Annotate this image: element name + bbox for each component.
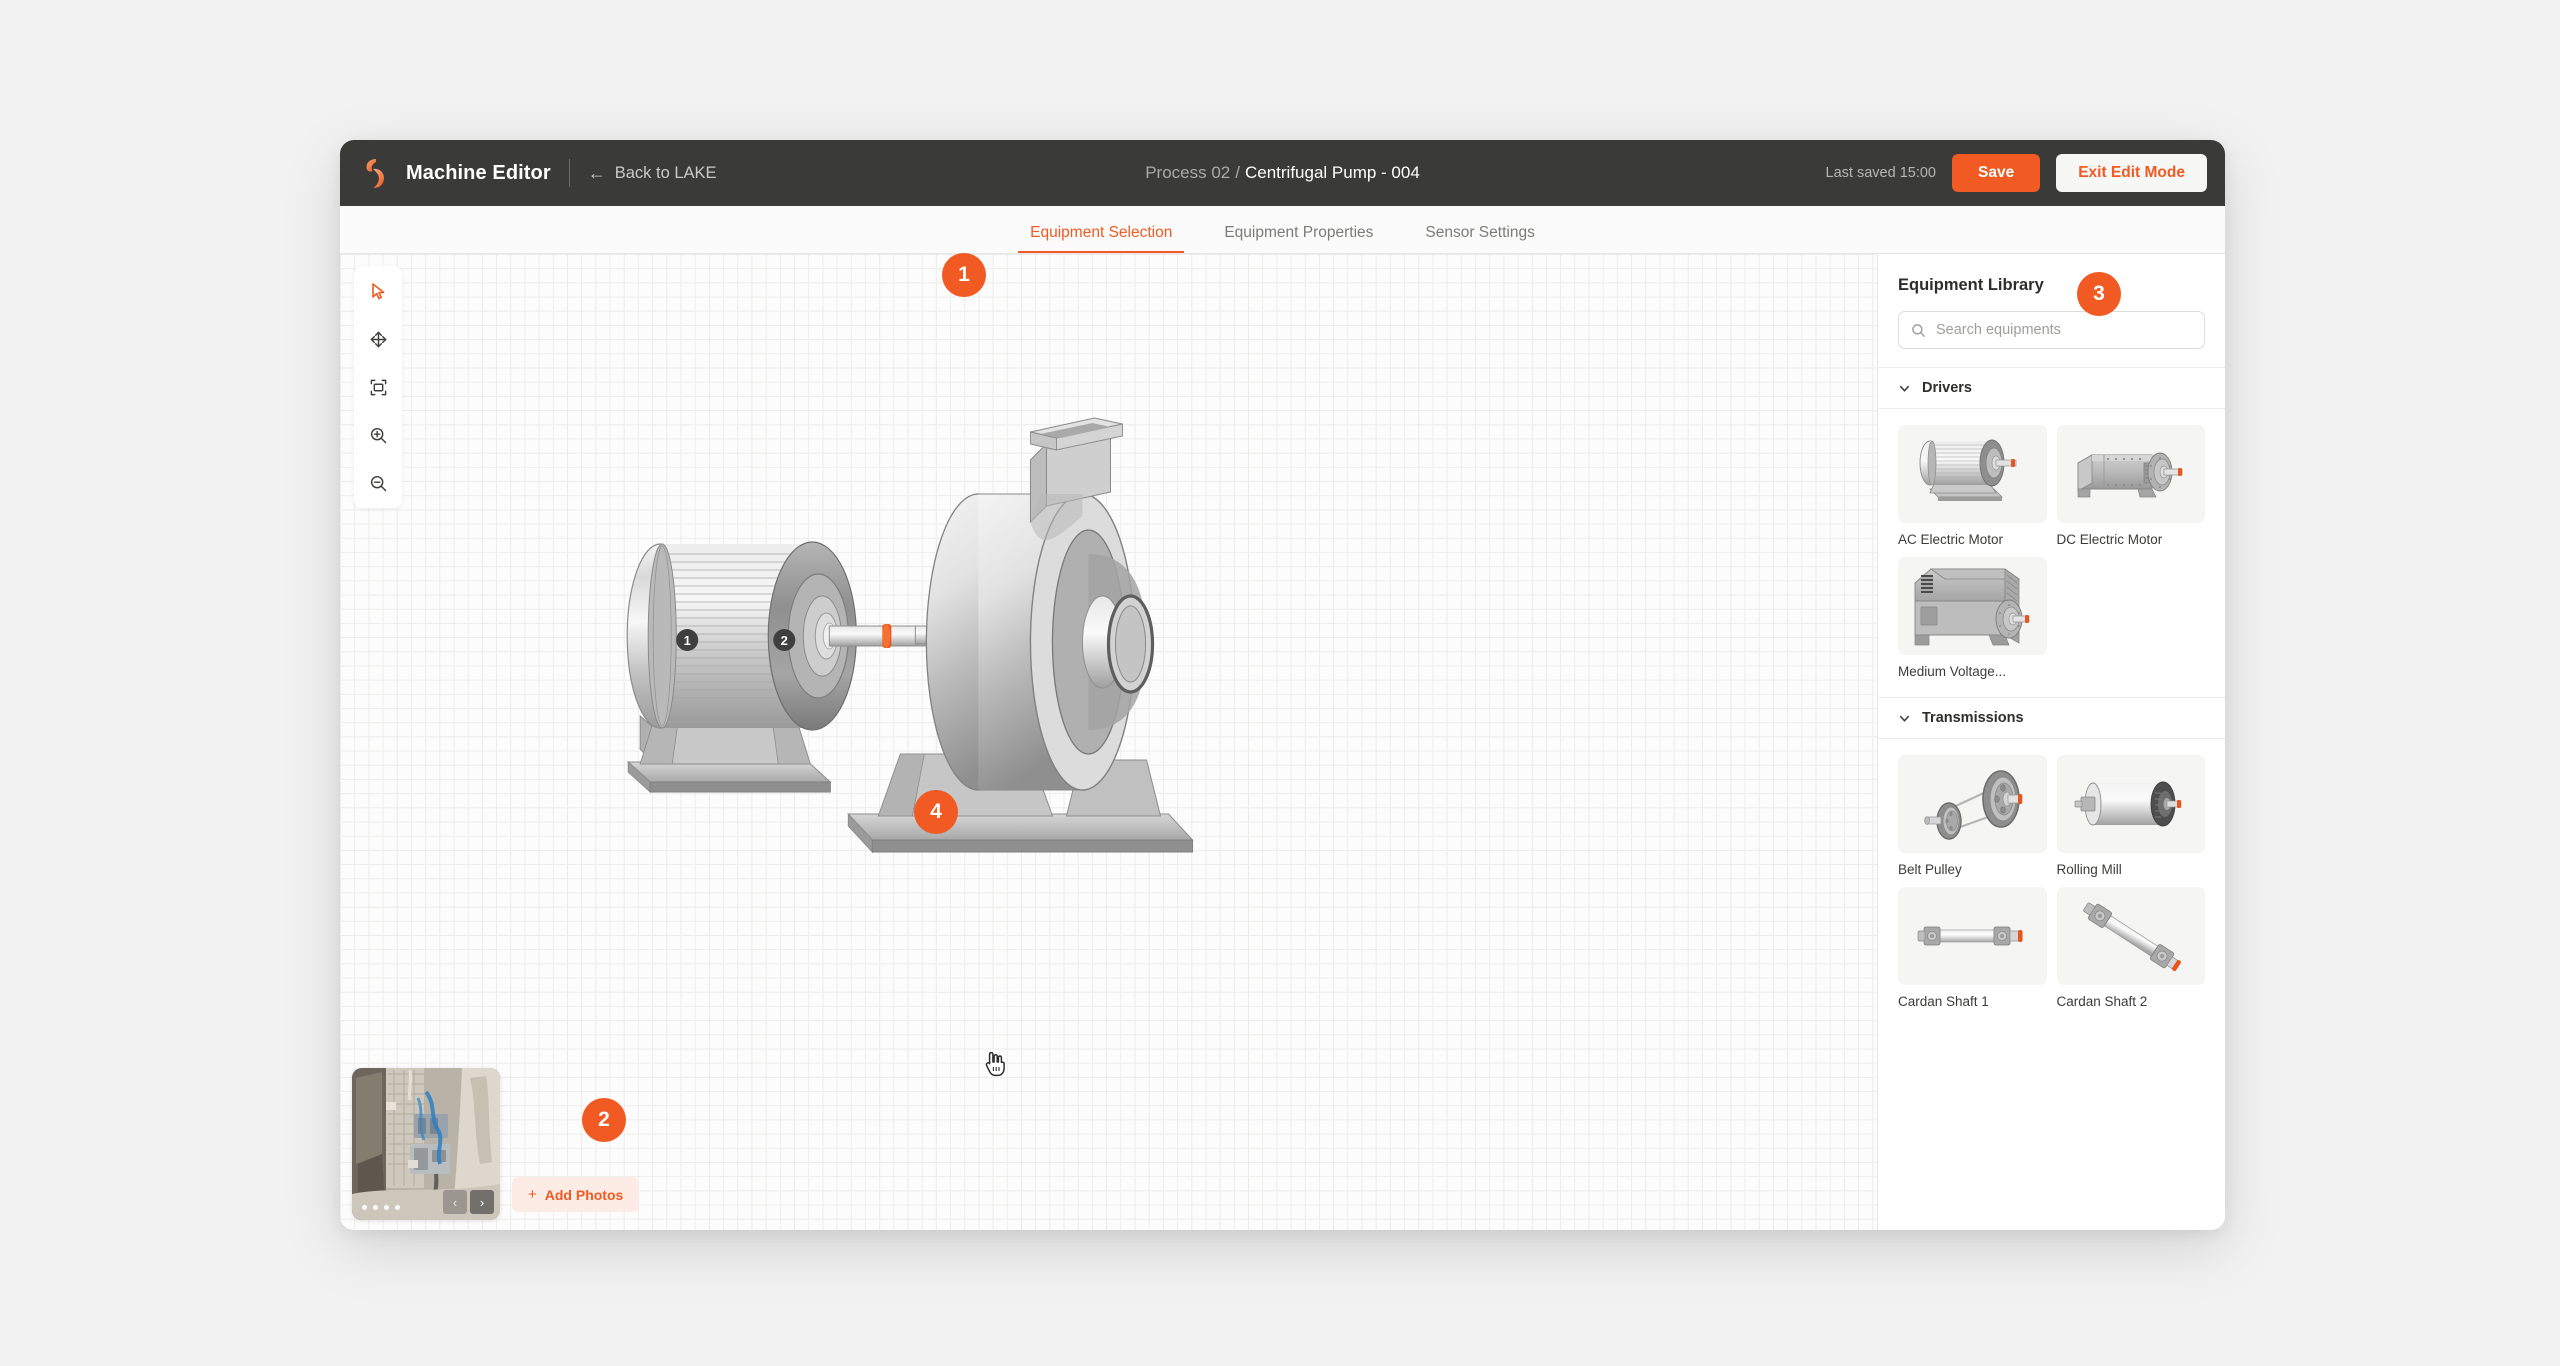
brand: Machine Editor — [362, 156, 551, 190]
zoom-in-icon[interactable] — [361, 418, 395, 452]
save-button[interactable]: Save — [1952, 154, 2041, 192]
chevron-down-icon — [1899, 715, 1910, 722]
editor-body: 1 2 ‹ › + Add Photos Equipment Library S… — [340, 254, 2225, 1230]
breadcrumb-separator: / — [1235, 163, 1240, 182]
tab-bar: Equipment Selection Equipment Properties… — [340, 206, 2225, 254]
tab-equipment-selection[interactable]: Equipment Selection — [1004, 224, 1198, 253]
chevron-down-icon — [1899, 385, 1910, 392]
move-pan-icon[interactable] — [361, 322, 395, 356]
photo-dot[interactable] — [395, 1205, 400, 1210]
equipment-card-cardan-shaft-1[interactable]: Cardan Shaft 1 — [1898, 887, 2047, 1009]
equipment-card-cardan-shaft-2[interactable]: Cardan Shaft 2 — [2056, 887, 2205, 1009]
equipment-label: Belt Pulley — [1898, 862, 1962, 877]
svg-text:2: 2 — [781, 633, 788, 648]
belt-pulley-thumb — [1898, 755, 2047, 853]
callout-badge-1: 1 — [942, 253, 986, 297]
callout-badge-4: 4 — [914, 790, 958, 834]
cursor-select-icon[interactable] — [361, 274, 395, 308]
last-saved-status: Last saved 15:00 — [1825, 165, 1936, 181]
equipment-card-rolling-mill[interactable]: Rolling Mill — [2056, 755, 2205, 877]
photo-strip: ‹ › + Add Photos — [352, 1068, 640, 1220]
topbar-actions: Last saved 15:00 Save Exit Edit Mode — [1826, 154, 2207, 192]
flame-logo-icon — [362, 156, 392, 190]
machine-canvas[interactable]: 1 2 ‹ › + Add Photos — [340, 254, 1878, 1230]
fit-to-screen-icon[interactable] — [361, 370, 395, 404]
canvas-toolbar — [354, 266, 402, 508]
transmissions-grid: Belt Pulley Rolling Mill Cardan Shaft 1 … — [1878, 739, 2225, 1027]
back-to-lake-link[interactable]: ← Back to LAKE — [588, 164, 717, 183]
search-equipments-box[interactable] — [1898, 311, 2205, 349]
section-name-transmissions: Transmissions — [1922, 710, 2024, 726]
photo-dot[interactable] — [373, 1205, 378, 1210]
section-name-drivers: Drivers — [1922, 380, 1972, 396]
equipment-label: Cardan Shaft 1 — [1898, 994, 1989, 1009]
zoom-out-icon[interactable] — [361, 466, 395, 500]
header-divider — [568, 159, 570, 187]
search-input[interactable] — [1936, 322, 2192, 338]
dc-electric-motor-thumb — [2056, 425, 2205, 523]
breadcrumb: Process 02 /Centrifugal Pump - 004 — [1145, 163, 1420, 183]
cardan-shaft-2-thumb — [2056, 887, 2205, 985]
photo-dot[interactable] — [384, 1205, 389, 1210]
pointing-hand-cursor — [985, 1051, 1005, 1077]
section-header-transmissions[interactable]: Transmissions — [1878, 697, 2225, 739]
add-photos-label: Add Photos — [544, 1186, 624, 1203]
top-bar: Machine Editor ← Back to LAKE Process 02… — [340, 140, 2225, 206]
medium-voltage-motor-thumb — [1898, 557, 2047, 655]
photo-thumbnail[interactable]: ‹ › — [352, 1068, 500, 1220]
add-photos-button[interactable]: + Add Photos — [512, 1177, 640, 1212]
photo-dot[interactable] — [362, 1205, 367, 1210]
cardan-shaft-1-thumb — [1898, 887, 2047, 985]
drivers-grid: AC Electric Motor DC Electric Motor Medi… — [1878, 409, 2225, 697]
photo-nav-buttons: ‹ › — [443, 1190, 494, 1214]
app-window: Machine Editor ← Back to LAKE Process 02… — [340, 140, 2225, 1230]
equipment-label: Cardan Shaft 2 — [2056, 994, 2148, 1009]
tab-sensor-settings[interactable]: Sensor Settings — [1399, 224, 1560, 253]
photo-pagination-dots — [362, 1205, 400, 1210]
svg-text:1: 1 — [684, 633, 691, 648]
breadcrumb-parent[interactable]: Process 02 — [1145, 163, 1230, 182]
equipment-label: Rolling Mill — [2056, 862, 2122, 877]
arrow-left-icon: ← — [587, 163, 606, 183]
equipment-card-ac-electric-motor[interactable]: AC Electric Motor — [1898, 425, 2047, 547]
equipment-label: AC Electric Motor — [1898, 532, 2004, 547]
callout-badge-2: 2 — [582, 1098, 626, 1142]
equipment-label: Medium Voltage... — [1898, 664, 2007, 679]
rolling-mill-thumb — [2056, 755, 2205, 853]
equipment-card-belt-pulley[interactable]: Belt Pulley — [1898, 755, 2047, 877]
tab-equipment-properties[interactable]: Equipment Properties — [1198, 224, 1399, 253]
library-header: Equipment Library — [1878, 254, 2225, 349]
library-title: Equipment Library — [1898, 276, 2044, 294]
back-link-label: Back to LAKE — [614, 163, 717, 182]
library-scroll-area[interactable]: Drivers AC Electric Motor DC Electric Mo… — [1878, 367, 2225, 1230]
equipment-card-dc-electric-motor[interactable]: DC Electric Motor — [2056, 425, 2205, 547]
equipment-card-medium-voltage-motor[interactable]: Medium Voltage... — [1898, 557, 2047, 679]
ac-electric-motor-thumb — [1898, 425, 2047, 523]
callout-badge-3: 3 — [2077, 272, 2121, 316]
equipment-library-panel: Equipment Library Drivers — [1878, 254, 2225, 1230]
search-icon — [1912, 323, 1926, 337]
breadcrumb-current: Centrifugal Pump - 004 — [1244, 163, 1420, 182]
plus-icon: + — [528, 1186, 537, 1203]
equipment-label: DC Electric Motor — [2056, 532, 2163, 547]
app-title: Machine Editor — [406, 161, 551, 184]
chevron-left-icon[interactable]: ‹ — [443, 1190, 467, 1214]
section-header-drivers[interactable]: Drivers — [1878, 367, 2225, 409]
chevron-right-icon[interactable]: › — [470, 1190, 494, 1214]
exit-edit-mode-button[interactable]: Exit Edit Mode — [2056, 154, 2207, 192]
